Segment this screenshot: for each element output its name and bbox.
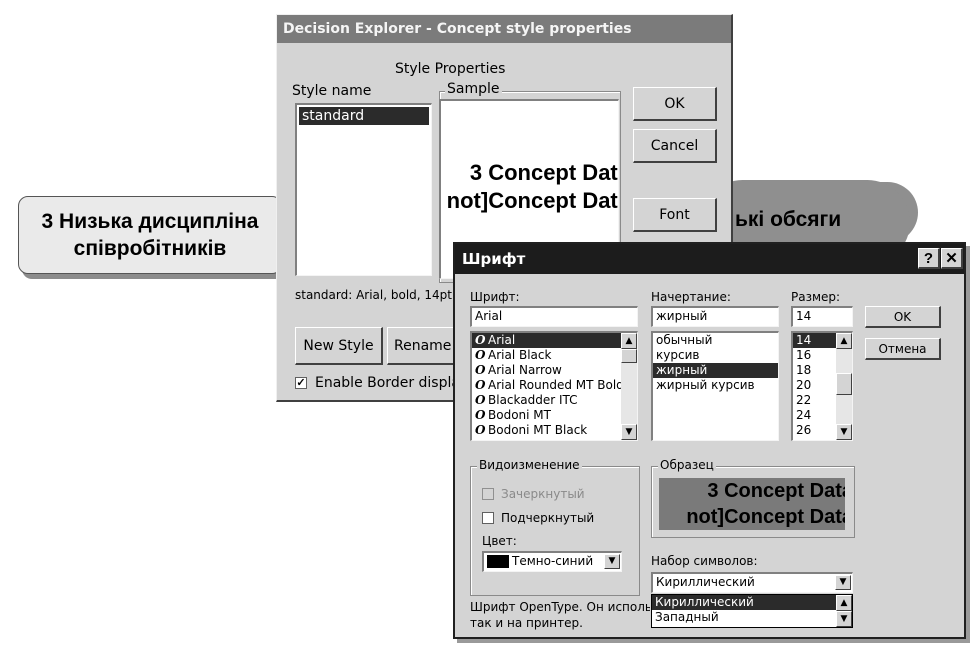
charset-label: Набор символов: (651, 554, 758, 568)
style-list-item[interactable]: обычный (653, 333, 778, 348)
font-sample-line2: not]Concept Data (686, 506, 845, 528)
enable-border-checkbox[interactable]: ✓ (295, 377, 307, 389)
sample-group-title: Sample (445, 81, 502, 97)
charset-option[interactable]: Кириллический (652, 595, 852, 610)
scroll-down-icon[interactable]: ▼ (836, 424, 852, 440)
cancel-button[interactable]: Cancel (633, 129, 717, 163)
font-family-input[interactable]: Arial (470, 306, 638, 327)
new-style-button[interactable]: New Style (295, 327, 383, 365)
concept-node-discipline[interactable]: 3 Низька дисципліна співробітників (18, 196, 282, 274)
font-button[interactable]: Font (633, 198, 717, 232)
style-properties-heading: Style Properties (395, 61, 506, 77)
charset-value: Кириллический (656, 575, 755, 589)
sample-preview-line2: not]Concept Data (446, 188, 619, 213)
style-list-item[interactable]: курсив (653, 348, 778, 363)
charset-option[interactable]: Западный (652, 610, 852, 625)
color-value: Темно-синий (512, 554, 594, 568)
help-icon[interactable]: ? (918, 248, 940, 269)
font-dialog: Шрифт ? ✕ Шрифт: Arial O Arial O Arial Bla… (453, 242, 966, 639)
font-sample-preview: 3 Concept Data not]Concept Data (659, 478, 845, 530)
font-dialog-titlebar[interactable]: Шрифт (455, 244, 964, 274)
scroll-up-icon[interactable]: ▲ (621, 333, 637, 349)
enable-border-label: Enable Border displa (315, 375, 460, 391)
font-list-item[interactable]: O Blackadder ITC (472, 393, 637, 408)
style-list-item[interactable]: жирный (653, 363, 778, 378)
font-ok-button[interactable]: OK (865, 306, 941, 328)
scroll-down-icon[interactable]: ▼ (621, 424, 637, 440)
font-list-scrollbar[interactable]: ▲ ▼ (621, 333, 637, 440)
charset-select[interactable]: Кириллический ▼ (651, 572, 853, 593)
charset-scrollbar[interactable]: ▲ ▼ (836, 595, 852, 627)
font-info-line2: так и на принтер. (470, 616, 583, 630)
font-list-item[interactable]: O Bodoni MT Black (472, 423, 637, 438)
scroll-up-icon[interactable]: ▲ (836, 333, 852, 349)
close-icon[interactable]: ✕ (941, 248, 963, 269)
strikeout-checkbox[interactable] (482, 488, 494, 500)
underline-checkbox[interactable] (482, 512, 494, 524)
color-select[interactable]: Темно-синий ▼ (482, 551, 622, 572)
effects-group-title: Видоизменение (477, 458, 582, 472)
strikeout-label: Зачеркнутый (501, 487, 585, 501)
concept-style-dialog-titlebar[interactable]: Decision Explorer - Concept style proper… (277, 15, 731, 43)
font-cancel-button[interactable]: Отмена (865, 338, 941, 360)
font-family-list[interactable]: O Arial O Arial Black O Arial Narrow O Arial… (470, 331, 638, 441)
scroll-up-icon[interactable]: ▲ (836, 595, 852, 611)
chevron-down-icon[interactable]: ▼ (604, 554, 620, 569)
color-label: Цвет: (482, 534, 517, 548)
chevron-down-icon[interactable]: ▼ (835, 575, 851, 590)
sample-preview-line1: 3 Concept Data (469, 160, 619, 185)
font-list-item[interactable]: O Bodoni MT (472, 408, 637, 423)
ok-button[interactable]: OK (633, 87, 717, 121)
font-size-list[interactable]: 14 16 18 20 22 24 26 ▲ ▼ (791, 331, 853, 441)
underline-label: Подчеркнутый (501, 511, 595, 525)
scroll-down-icon[interactable]: ▼ (836, 611, 852, 627)
style-list-item[interactable]: жирный курсив (653, 378, 778, 393)
color-swatch (487, 555, 509, 568)
font-sample-line1: 3 Concept Data (707, 480, 845, 502)
style-description: standard: Arial, bold, 14pt, c (295, 288, 467, 302)
font-list-item[interactable]: O Arial Rounded MT Bold (472, 378, 637, 393)
font-style-list[interactable]: обычный курсив жирный жирный курсив (651, 331, 779, 441)
charset-dropdown-list[interactable]: Кириллический Западный ▲ ▼ (651, 594, 853, 628)
font-size-input[interactable]: 14 (791, 306, 853, 327)
font-size-label: Размер: (791, 290, 841, 304)
concept-node-cloud-label: ькі обсяги (735, 208, 842, 231)
font-list-item[interactable]: O Arial Narrow (472, 363, 637, 378)
scroll-thumb[interactable] (621, 349, 637, 363)
font-list-item[interactable]: O Arial (472, 333, 637, 348)
font-sample-group-title: Образец (658, 458, 716, 472)
effects-group (470, 466, 640, 596)
style-name-label: Style name (292, 83, 372, 99)
font-family-label: Шрифт: (470, 290, 520, 304)
font-info-line1: Шрифт OpenType. Он использ (470, 600, 650, 614)
font-style-input[interactable]: жирный (651, 306, 779, 327)
size-list-item[interactable]: 14 (793, 333, 836, 348)
font-list-item[interactable]: O Arial Black (472, 348, 637, 363)
style-list-item-standard[interactable]: standard (299, 107, 429, 125)
size-list-scrollbar[interactable]: ▲ ▼ (836, 333, 852, 440)
font-style-label: Начертание: (651, 290, 731, 304)
style-name-list[interactable]: standard (295, 103, 432, 276)
scroll-thumb[interactable] (836, 373, 852, 395)
